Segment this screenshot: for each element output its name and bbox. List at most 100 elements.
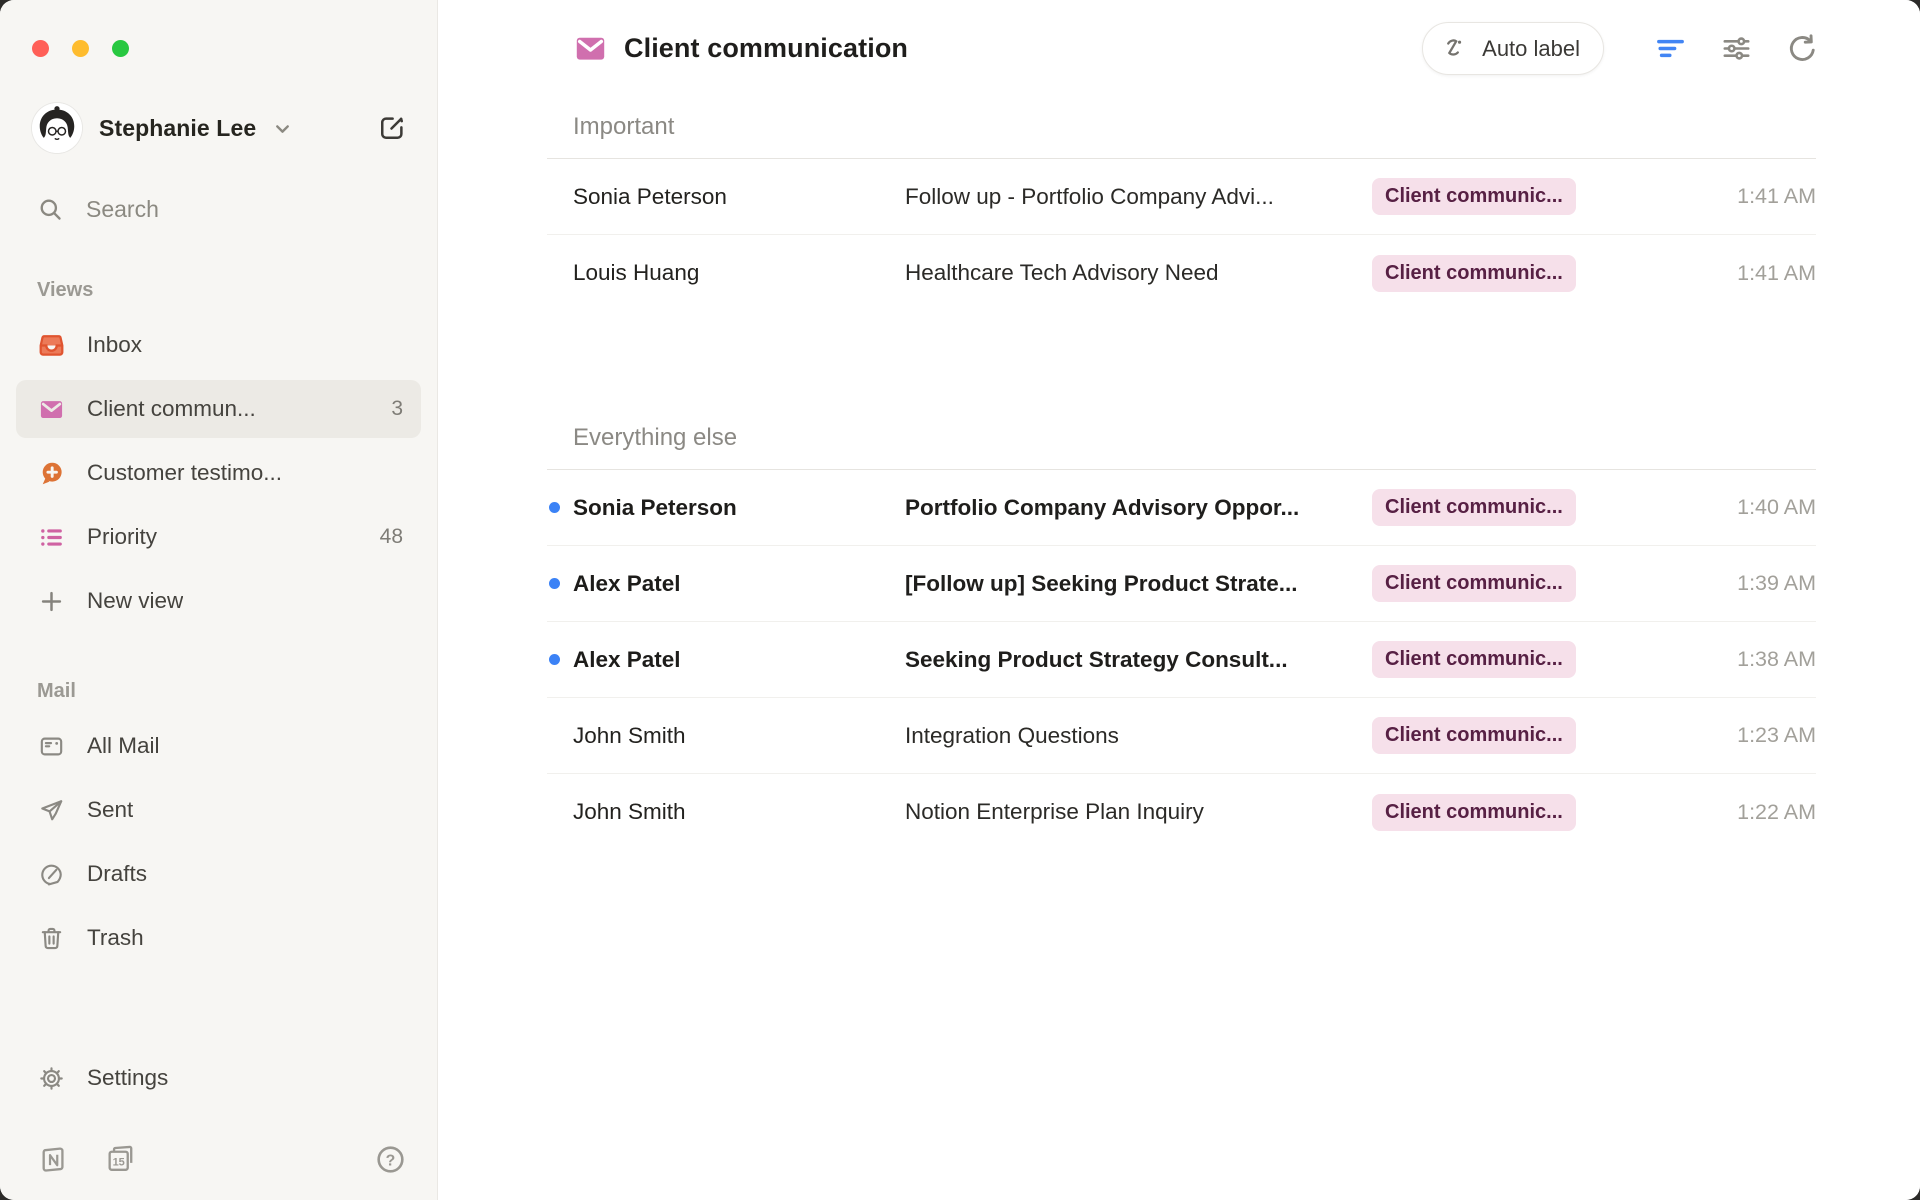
sidebar-footer: 15 ? <box>16 1113 421 1182</box>
email-subject: Notion Enterprise Plan Inquiry <box>905 799 1372 825</box>
email-time: 1:39 AM <box>1616 571 1816 596</box>
auto-label-button[interactable]: Auto label <box>1422 22 1604 75</box>
search-button[interactable]: Search <box>16 183 421 235</box>
display-settings-sliders-icon[interactable] <box>1718 31 1754 67</box>
email-time: 1:22 AM <box>1616 800 1816 825</box>
label-chip: Client communic... <box>1372 178 1576 215</box>
notion-mail-window: Stephanie Lee Search Views <box>0 0 1920 1200</box>
testimonial-bubble-icon <box>38 460 65 487</box>
email-list: Important Sonia Peterson Follow up - Por… <box>438 97 1920 1200</box>
section-everything-else: Everything else Sonia Peterson Portfolio… <box>547 408 1816 850</box>
compose-icon[interactable] <box>377 113 407 143</box>
email-sender: Sonia Peterson <box>573 184 905 210</box>
zoom-window-button[interactable] <box>112 40 129 57</box>
sidebar-item-sent[interactable]: Sent <box>16 781 421 839</box>
auto-label-text: Auto label <box>1482 36 1580 62</box>
svg-text:?: ? <box>386 1152 396 1169</box>
sidebar-item-all-mail[interactable]: All Mail <box>16 717 421 775</box>
search-icon <box>37 196 64 223</box>
email-subject: [Follow up] Seeking Product Strate... <box>905 571 1372 597</box>
label-chip: Client communic... <box>1372 641 1576 678</box>
label-chip: Client communic... <box>1372 565 1576 602</box>
label-chip: Client communic... <box>1372 717 1576 754</box>
page-title: Client communication <box>624 33 908 64</box>
sent-icon <box>38 797 65 824</box>
email-time: 1:38 AM <box>1616 647 1816 672</box>
email-row[interactable]: Louis Huang Healthcare Tech Advisory Nee… <box>547 235 1816 311</box>
email-row[interactable]: Sonia Peterson Portfolio Company Advisor… <box>547 470 1816 546</box>
svg-text:15: 15 <box>113 1156 125 1168</box>
envelope-icon <box>573 31 608 66</box>
sidebar-item-label: All Mail <box>87 733 160 759</box>
label-chip: Client communic... <box>1372 489 1576 526</box>
filter-icon[interactable] <box>1652 31 1688 67</box>
email-sender: Alex Patel <box>573 647 905 673</box>
gear-icon <box>38 1065 65 1092</box>
sidebar-item-trash[interactable]: Trash <box>16 909 421 967</box>
trash-icon <box>38 925 65 952</box>
email-subject: Integration Questions <box>905 723 1372 749</box>
priority-list-icon <box>38 524 65 551</box>
header-actions: Auto label <box>1422 22 1820 75</box>
sidebar-item-settings[interactable]: Settings <box>16 1049 421 1107</box>
minimize-window-button[interactable] <box>72 40 89 57</box>
email-subject: Portfolio Company Advisory Oppor... <box>905 495 1372 521</box>
email-row[interactable]: Alex Patel Seeking Product Strategy Cons… <box>547 622 1816 698</box>
search-label: Search <box>86 196 159 223</box>
account-switcher[interactable]: Stephanie Lee <box>16 103 421 153</box>
help-icon[interactable]: ? <box>374 1143 407 1176</box>
sidebar-item-label: Drafts <box>87 861 147 887</box>
sidebar-item-label: Priority <box>87 524 157 550</box>
close-window-button[interactable] <box>32 40 49 57</box>
section-title: Everything else <box>573 408 1816 452</box>
unread-dot <box>549 502 560 513</box>
unread-dot <box>549 654 560 665</box>
email-time: 1:23 AM <box>1616 723 1816 748</box>
main-header: Client communication Auto label <box>438 0 1920 97</box>
sidebar-item-client-communication[interactable]: Client commun... 3 <box>16 380 421 438</box>
sidebar-item-customer-testimonials[interactable]: Customer testimo... <box>16 444 421 502</box>
email-time: 1:40 AM <box>1616 495 1816 520</box>
notion-logo-icon[interactable] <box>38 1144 69 1175</box>
main-content: Client communication Auto label <box>438 0 1920 1200</box>
unread-dot <box>549 578 560 589</box>
sidebar-item-label: Customer testimo... <box>87 460 282 486</box>
email-sender: Louis Huang <box>573 260 905 286</box>
label-chip: Client communic... <box>1372 794 1576 831</box>
envelope-icon <box>38 396 65 423</box>
sidebar-item-label: Settings <box>87 1065 168 1091</box>
refresh-icon[interactable] <box>1784 31 1820 67</box>
sidebar-item-priority[interactable]: Priority 48 <box>16 508 421 566</box>
sidebar-item-label: New view <box>87 588 183 614</box>
all-mail-icon <box>38 733 65 760</box>
inbox-icon <box>38 332 65 359</box>
email-row[interactable]: Alex Patel [Follow up] Seeking Product S… <box>547 546 1816 622</box>
email-row[interactable]: Sonia Peterson Follow up - Portfolio Com… <box>547 159 1816 235</box>
mail-section-label: Mail <box>16 680 421 703</box>
label-chip: Client communic... <box>1372 255 1576 292</box>
section-title: Important <box>573 97 1816 141</box>
email-sender: John Smith <box>573 723 905 749</box>
email-sender: Alex Patel <box>573 571 905 597</box>
window-controls <box>16 0 421 57</box>
email-row[interactable]: John Smith Notion Enterprise Plan Inquir… <box>547 774 1816 850</box>
email-time: 1:41 AM <box>1616 184 1816 209</box>
avatar <box>32 103 82 153</box>
sidebar-item-new-view[interactable]: New view <box>16 572 421 630</box>
sidebar-item-count: 3 <box>391 397 403 421</box>
account-name: Stephanie Lee <box>99 115 256 142</box>
sidebar-item-label: Sent <box>87 797 133 823</box>
email-row[interactable]: John Smith Integration Questions Client … <box>547 698 1816 774</box>
email-subject: Seeking Product Strategy Consult... <box>905 647 1372 673</box>
sidebar-item-label: Inbox <box>87 332 142 358</box>
sidebar-item-drafts[interactable]: Drafts <box>16 845 421 903</box>
views-section-label: Views <box>16 279 421 302</box>
calendar-icon[interactable]: 15 <box>105 1144 136 1175</box>
section-important: Important Sonia Peterson Follow up - Por… <box>547 97 1816 311</box>
sidebar: Stephanie Lee Search Views <box>0 0 438 1200</box>
email-subject: Follow up - Portfolio Company Advi... <box>905 184 1372 210</box>
sidebar-item-count: 48 <box>380 525 403 549</box>
email-subject: Healthcare Tech Advisory Need <box>905 260 1372 286</box>
sidebar-item-inbox[interactable]: Inbox <box>16 316 421 374</box>
sidebar-item-label: Client commun... <box>87 396 256 422</box>
